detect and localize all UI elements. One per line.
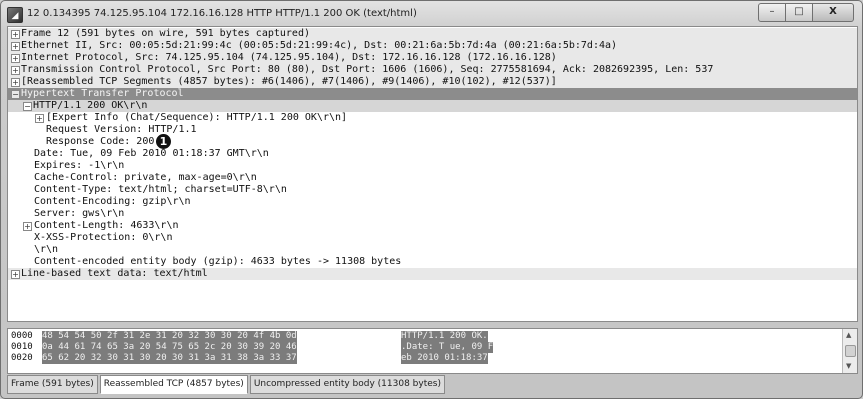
maximize-button[interactable]: □	[786, 3, 813, 22]
expand-icon[interactable]: +	[11, 30, 20, 39]
tree-row-expires[interactable]: Expires: -1\r\n	[8, 160, 857, 172]
tree-row-cache-control[interactable]: Cache-Control: private, max-age=0\r\n	[8, 172, 857, 184]
expand-icon[interactable]: +	[11, 66, 20, 75]
packet-bytes-pane[interactable]: 0000 48 54 54 50 2f 31 2e 31 20 32 30 30…	[7, 328, 858, 374]
tree-row-label: Content-Encoding: gzip\r\n	[34, 196, 191, 207]
scroll-up-icon[interactable]: ▲	[846, 331, 851, 339]
scroll-down-icon[interactable]: ▼	[846, 362, 851, 370]
tree-row-label: Line-based text data: text/html	[21, 268, 208, 279]
tree-row-label: Response Code: 200	[46, 136, 155, 147]
tree-row-label: Content-Type: text/html; charset=UTF-8\r…	[34, 184, 287, 195]
tree-row-label: Server: gws\r\n	[34, 208, 125, 219]
expand-icon[interactable]: +	[11, 54, 20, 63]
tab-uncompressed-entity-body[interactable]: Uncompressed entity body (11308 bytes)	[249, 375, 445, 394]
expand-icon[interactable]: +	[11, 270, 20, 279]
tree-row-content-type[interactable]: Content-Type: text/html; charset=UTF-8\r…	[8, 184, 857, 196]
tree-row-label: Frame 12 (591 bytes on wire, 591 bytes c…	[21, 28, 310, 39]
hex-bytes[interactable]: 0a 44 61 74 65 3a 20 54 75 65 2c 20 30 3…	[42, 342, 297, 353]
tree-row-ip[interactable]: + Internet Protocol, Src: 74.125.95.104 …	[8, 52, 857, 64]
scroll-thumb[interactable]	[845, 345, 856, 357]
packet-details-tree[interactable]: + Frame 12 (591 bytes on wire, 591 bytes…	[7, 26, 858, 322]
hex-bytes[interactable]: 65 62 20 32 30 31 30 20 30 31 3a 31 38 3…	[42, 353, 297, 364]
tree-row-server[interactable]: Server: gws\r\n	[8, 208, 857, 220]
tree-row-label: \r\n	[34, 244, 59, 255]
collapse-icon[interactable]: −	[11, 90, 20, 99]
tree-row-ethernet[interactable]: + Ethernet II, Src: 00:05:5d:21:99:4c (0…	[8, 40, 857, 52]
tree-row-reassembled-tcp[interactable]: + [Reassembled TCP Segments (4857 bytes)…	[8, 76, 857, 88]
hex-offset: 0000	[11, 331, 33, 341]
tree-row-date[interactable]: Date: Tue, 09 Feb 2010 01:18:37 GMT\r\n	[8, 148, 857, 160]
expand-icon[interactable]: +	[35, 114, 44, 123]
expand-icon[interactable]: +	[11, 42, 20, 51]
hex-ascii[interactable]: .Date: T ue, 09 F	[401, 342, 494, 353]
tree-row-line-based-text[interactable]: + Line-based text data: text/html	[8, 268, 857, 280]
tree-row-request-version[interactable]: Request Version: HTTP/1.1	[8, 124, 857, 136]
hex-scrollbar[interactable]: ▲ ▼	[842, 329, 857, 373]
tree-row-http-status[interactable]: − HTTP/1.1 200 OK\r\n	[8, 100, 857, 112]
tree-row-label: Content-encoded entity body (gzip): 4633…	[34, 256, 402, 267]
hex-ascii[interactable]: eb 2010 01:18:37	[401, 353, 488, 364]
window-controls: – □ X	[758, 3, 854, 22]
expand-icon[interactable]: +	[23, 222, 32, 231]
tree-row-expert-info[interactable]: + [Expert Info (Chat/Sequence): HTTP/1.1…	[8, 112, 857, 124]
tree-row-label: X-XSS-Protection: 0\r\n	[34, 232, 173, 243]
tree-row-tcp[interactable]: + Transmission Control Protocol, Src Por…	[8, 64, 857, 76]
title-bar[interactable]: ◢ 12 0.134395 74.125.95.104 172.16.16.12…	[1, 1, 862, 27]
collapse-icon[interactable]: −	[23, 102, 32, 111]
tree-row-response-code[interactable]: Response Code: 200 1	[8, 134, 857, 149]
hex-offset: 0010	[11, 342, 33, 352]
window-title: 12 0.134395 74.125.95.104 172.16.16.128 …	[27, 8, 417, 19]
tree-row-label: Content-Length: 4633\r\n	[34, 220, 179, 231]
minimize-button[interactable]: –	[758, 3, 786, 22]
tree-row-content-encoding[interactable]: Content-Encoding: gzip\r\n	[8, 196, 857, 208]
tree-row-xss-protection[interactable]: X-XSS-Protection: 0\r\n	[8, 232, 857, 244]
tree-row-label: Hypertext Transfer Protocol	[21, 88, 184, 99]
callout-number-badge: 1	[156, 134, 171, 149]
tree-row-content-length[interactable]: + Content-Length: 4633\r\n	[8, 220, 857, 232]
tree-row-http[interactable]: − Hypertext Transfer Protocol	[8, 88, 857, 100]
tree-row-label: Request Version: HTTP/1.1	[46, 124, 197, 135]
tree-row-label: Expires: -1\r\n	[34, 160, 125, 171]
tab-reassembled-tcp[interactable]: Reassembled TCP (4857 bytes)	[99, 375, 248, 394]
tree-row-label: [Expert Info (Chat/Sequence): HTTP/1.1 2…	[46, 112, 348, 123]
tree-row-label: Ethernet II, Src: 00:05:5d:21:99:4c (00:…	[21, 40, 618, 51]
tree-row-entity-body[interactable]: Content-encoded entity body (gzip): 4633…	[8, 256, 857, 268]
wireshark-packet-window: ◢ 12 0.134395 74.125.95.104 172.16.16.12…	[0, 0, 863, 399]
tab-frame[interactable]: Frame (591 bytes)	[7, 375, 98, 394]
tree-row-label: [Reassembled TCP Segments (4857 bytes): …	[21, 76, 557, 87]
bytes-tab-bar: Frame (591 bytes) Reassembled TCP (4857 …	[7, 375, 447, 394]
tree-row-label: HTTP/1.1 200 OK\r\n	[33, 100, 148, 111]
expand-icon[interactable]: +	[11, 78, 20, 87]
tree-row-frame[interactable]: + Frame 12 (591 bytes on wire, 591 bytes…	[8, 28, 857, 40]
hex-bytes[interactable]: 48 54 54 50 2f 31 2e 31 20 32 30 30 20 4…	[42, 331, 297, 342]
hex-ascii[interactable]: HTTP/1.1 200 OK.	[401, 331, 488, 342]
tree-row-label: Date: Tue, 09 Feb 2010 01:18:37 GMT\r\n	[34, 148, 269, 159]
tree-row-label: Cache-Control: private, max-age=0\r\n	[34, 172, 257, 183]
tree-row-label: Transmission Control Protocol, Src Port:…	[21, 64, 714, 75]
close-button[interactable]: X	[813, 3, 854, 22]
wireshark-app-icon: ◢	[7, 7, 23, 23]
tree-row-label: Internet Protocol, Src: 74.125.95.104 (7…	[21, 52, 557, 63]
hex-offset: 0020	[11, 353, 33, 363]
tree-row-crlf[interactable]: \r\n	[8, 244, 857, 256]
